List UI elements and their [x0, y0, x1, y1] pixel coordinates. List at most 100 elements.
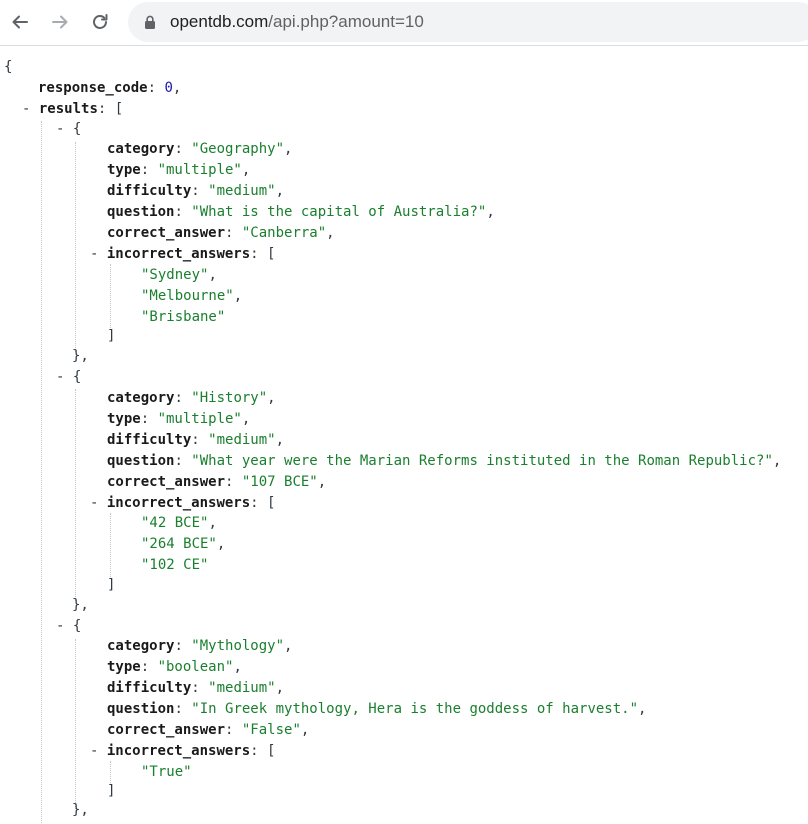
browser-toolbar: opentdb.com/api.php?amount=10 — [0, 0, 808, 46]
json-key: category — [107, 638, 175, 654]
json-line: difficulty: "medium", — [107, 680, 285, 696]
json-number: 0 — [164, 80, 173, 96]
json-line: "264 BCE", — [141, 536, 226, 552]
json-token: { — [4, 59, 13, 75]
url-host: opentdb.com — [170, 12, 269, 31]
json-key: difficulty — [107, 680, 192, 696]
collapse-toggle[interactable]: - — [90, 495, 98, 511]
json-key: incorrect_answers — [106, 246, 251, 262]
json-key: question — [107, 701, 175, 717]
json-line: category: "Mythology", — [107, 638, 293, 654]
json-string: "History" — [191, 390, 268, 406]
json-line: "Melbourne", — [141, 288, 243, 304]
json-string: "False" — [241, 722, 301, 738]
json-key: type — [107, 411, 141, 427]
json-key: category — [107, 141, 175, 157]
indent-guide — [75, 142, 76, 352]
address-bar[interactable]: opentdb.com/api.php?amount=10 — [128, 2, 808, 42]
json-line: correct_answer: "False", — [107, 722, 310, 738]
json-string: "Brisbane" — [141, 309, 226, 325]
json-string: "Canberra" — [241, 225, 327, 241]
collapse-toggle[interactable]: - — [56, 369, 64, 385]
json-line: question: "What is the capital of Austra… — [107, 204, 495, 220]
json-string: "What is the capital of Australia?" — [191, 204, 487, 220]
json-line: - incorrect_answers: [ — [90, 246, 276, 262]
json-line: - incorrect_answers: [ — [90, 495, 276, 511]
json-key: question — [107, 204, 175, 220]
json-line: difficulty: "medium", — [107, 432, 285, 448]
url-text[interactable]: opentdb.com/api.php?amount=10 — [170, 12, 424, 32]
json-string: "medium" — [208, 183, 276, 199]
json-string: "42 BCE" — [141, 515, 209, 531]
collapse-toggle[interactable]: - — [90, 743, 98, 759]
back-button[interactable] — [6, 8, 34, 36]
json-key: difficulty — [107, 183, 192, 199]
json-line: "102 CE" — [141, 555, 208, 576]
json-line: "True" — [141, 762, 192, 783]
json-string: "Geography" — [191, 141, 285, 157]
json-key: category — [107, 390, 175, 406]
json-key: question — [107, 453, 175, 469]
json-string: "Mythology" — [191, 638, 285, 654]
json-string: "medium" — [208, 680, 276, 696]
json-string: "multiple" — [157, 411, 242, 427]
collapse-toggle[interactable]: - — [22, 101, 30, 117]
json-line: difficulty: "medium", — [107, 183, 285, 199]
json-line: question: "In Greek mythology, Hera is t… — [107, 701, 647, 717]
json-line: correct_answer: "107 BCE", — [107, 474, 327, 490]
json-line: response_code: 0, — [38, 80, 182, 96]
json-line: category: "Geography", — [107, 141, 293, 157]
json-line: ] — [107, 783, 116, 799]
json-key: type — [107, 659, 141, 675]
indent-guide — [110, 264, 111, 330]
reload-icon — [93, 14, 108, 29]
json-key: difficulty — [107, 432, 192, 448]
json-string: "What year were the Marian Reforms insti… — [191, 453, 773, 469]
forward-button[interactable] — [46, 8, 74, 36]
collapse-toggle[interactable]: - — [90, 246, 98, 262]
json-key: correct_answer — [107, 722, 226, 738]
json-line: "Sydney", — [141, 267, 217, 283]
json-line: type: "multiple", — [107, 411, 251, 427]
json-line: ] — [107, 328, 116, 344]
json-string: "Sydney" — [141, 267, 209, 283]
indent-guide — [110, 513, 111, 579]
json-line: type: "boolean", — [107, 659, 242, 675]
json-string: "Melbourne" — [141, 288, 234, 304]
json-line: ] — [107, 577, 116, 593]
collapse-toggle[interactable]: - — [56, 618, 64, 634]
back-arrow-icon — [12, 15, 28, 29]
json-line: "Brisbane" — [141, 307, 225, 328]
json-key: correct_answer — [107, 225, 226, 241]
json-string: "multiple" — [157, 162, 242, 178]
json-key: results — [38, 101, 98, 117]
json-line: "42 BCE", — [141, 515, 217, 531]
json-key: incorrect_answers — [106, 743, 251, 759]
url-path: /api.php?amount=10 — [268, 12, 424, 31]
json-viewer: { response_code: 0, - results: [ - { cat… — [0, 47, 808, 824]
indent-guide — [41, 121, 42, 824]
json-line: }, — [72, 597, 89, 613]
json-string: "102 CE" — [141, 557, 209, 573]
json-line: type: "multiple", — [107, 162, 251, 178]
collapse-toggle[interactable]: - — [56, 121, 64, 137]
json-line: - { — [56, 369, 82, 385]
json-line: question: "What year were the Marian Ref… — [107, 453, 782, 469]
reload-button[interactable] — [86, 8, 114, 36]
json-line: - { — [56, 121, 82, 137]
json-string: "boolean" — [157, 659, 234, 675]
forward-arrow-icon — [52, 15, 68, 29]
json-string: "True" — [141, 764, 192, 780]
lock-icon[interactable] — [144, 15, 156, 30]
json-key: incorrect_answers — [106, 495, 251, 511]
json-string: "107 BCE" — [241, 474, 318, 490]
json-line: }, — [72, 348, 89, 364]
json-key: type — [107, 162, 141, 178]
json-line: - results: [ — [22, 101, 124, 117]
json-string: "264 BCE" — [141, 536, 217, 552]
json-line: correct_answer: "Canberra", — [107, 225, 335, 241]
json-key: correct_answer — [107, 474, 226, 490]
indent-guide — [75, 639, 76, 809]
json-line: category: "History", — [107, 390, 276, 406]
json-line: { — [4, 57, 12, 78]
